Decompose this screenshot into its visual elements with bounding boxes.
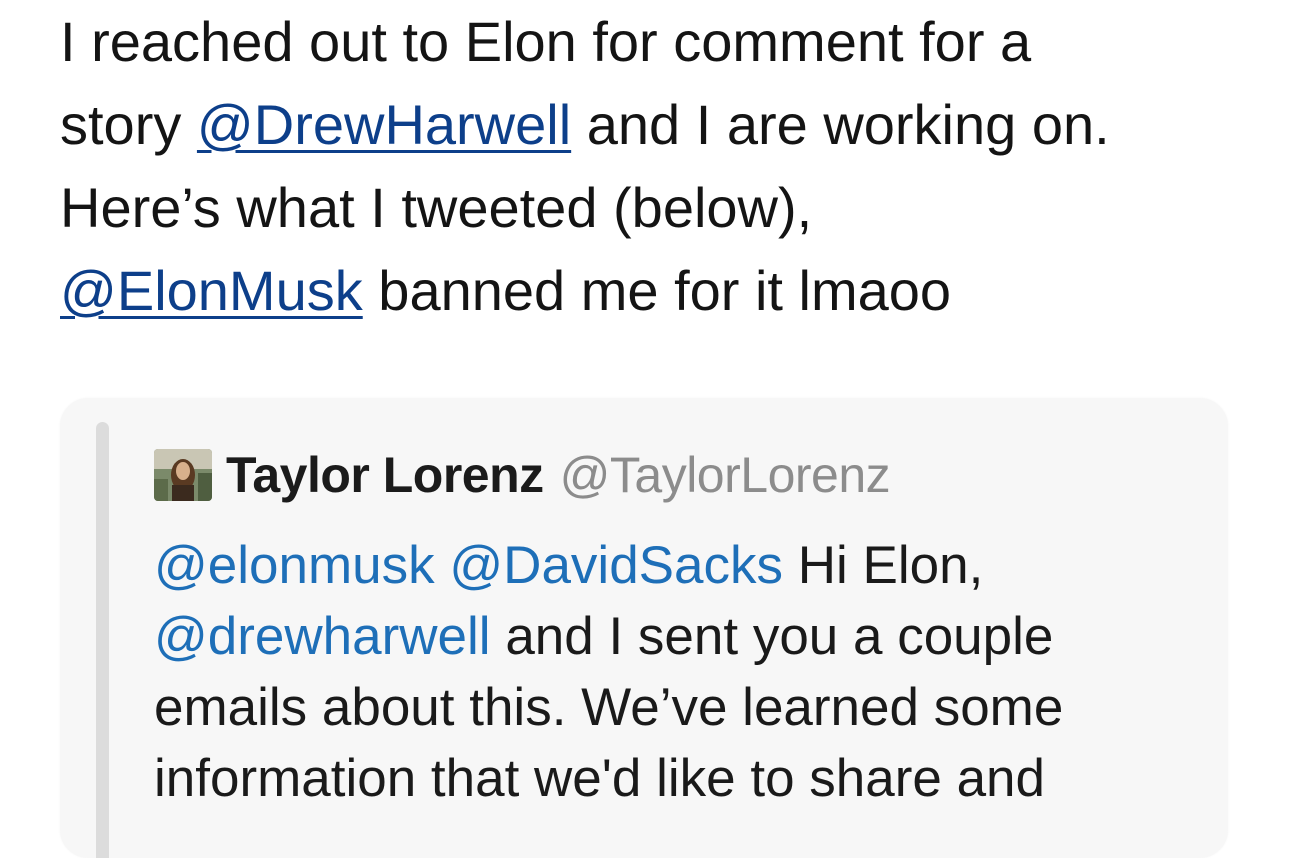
quoted-text-line: emails about this. We’ve learned some [154,672,1214,743]
text-segment: emails about this. We’ve learned some [154,678,1064,737]
text-segment [435,536,450,595]
mention-link[interactable]: @drewharwell [154,607,491,666]
tweet-text-line: I reached out to Elon for comment for a [60,0,1260,83]
tweet-text-line: Here’s what I tweeted (below), [60,166,1260,249]
quoted-text-line: @drewharwell and I sent you a couple [154,601,1214,672]
avatar-photo-icon [154,449,212,501]
mention-link[interactable]: @ElonMusk [60,259,363,322]
text-segment: Here’s what I tweeted (below), [60,176,813,239]
tweet-text: I reached out to Elon for comment for a s… [60,0,1260,332]
text-segment: banned me for it lmaoo [362,259,952,322]
text-segment: I reached out to Elon for comment for a [60,10,1032,73]
quoted-text-line: information that we'd like to share and [154,743,1214,814]
quoted-text-line: @elonmusk @DavidSacks Hi Elon, [154,530,1214,601]
tweet-text-line: @ElonMusk banned me for it lmaoo [60,249,1260,332]
quote-indicator-bar [96,422,109,858]
quoted-tweet[interactable]: Taylor Lorenz @TaylorLorenz @elonmusk @D… [60,398,1228,858]
quoted-author-handle[interactable]: @TaylorLorenz [560,446,891,504]
text-segment: story [60,93,197,156]
mention-link[interactable]: @DavidSacks [449,536,783,595]
text-segment: and I are working on. [571,93,1110,156]
mention-link[interactable]: @elonmusk [154,536,435,595]
quoted-tweet-header: Taylor Lorenz @TaylorLorenz [154,444,891,506]
quoted-tweet-text: @elonmusk @DavidSacks Hi Elon, @drewharwe… [154,530,1214,814]
text-segment: information that we'd like to share and [154,749,1046,808]
text-segment: Hi Elon, [783,536,984,595]
text-segment: and I sent you a couple [490,607,1054,666]
tweet-text-line: story @DrewHarwell and I are working on. [60,83,1260,166]
avatar[interactable] [154,449,212,501]
quoted-author-name[interactable]: Taylor Lorenz [226,446,544,504]
mention-link[interactable]: @DrewHarwell [197,93,571,156]
